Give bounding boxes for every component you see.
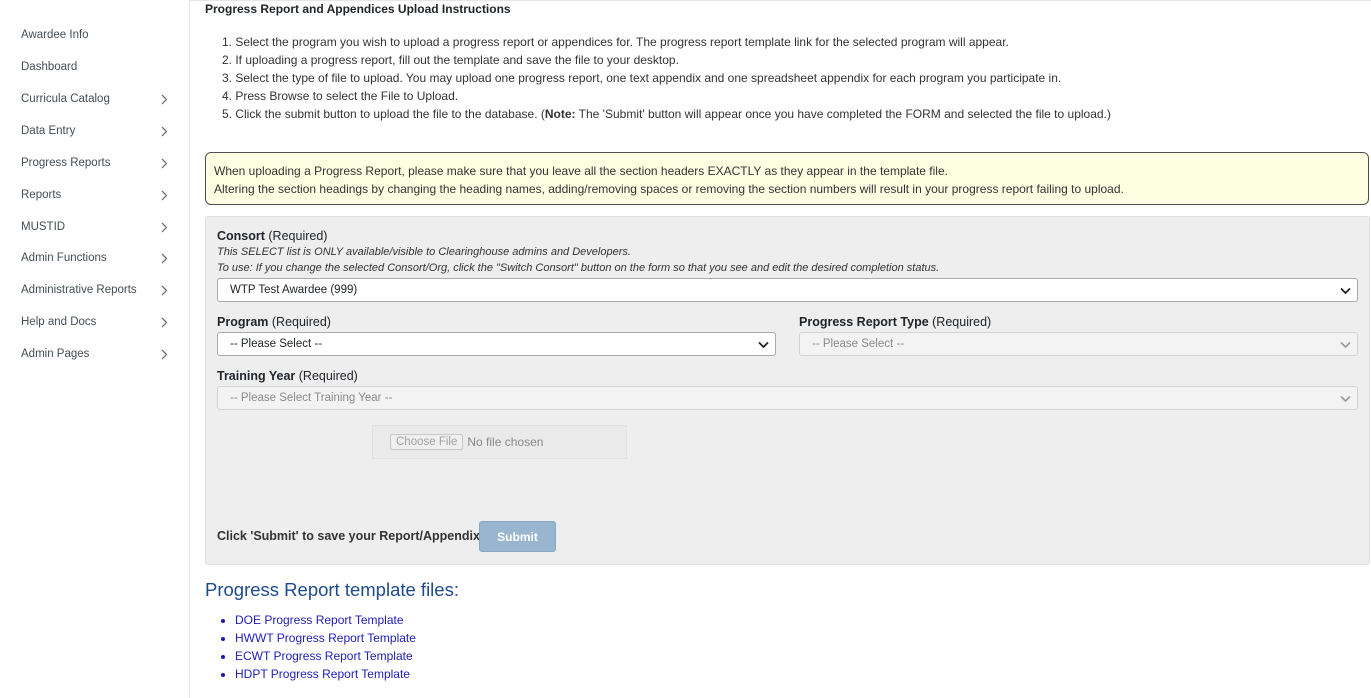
instruction-step: 4. Press Browse to select the File to Up… [222,89,459,103]
chevron-right-icon [159,124,169,138]
report-type-label: Progress Report Type (Required) [799,315,991,329]
note-label: Note: [544,107,576,121]
sidebar-item-awardee-info[interactable]: Awardee Info [0,20,189,50]
submit-button[interactable]: Submit [479,521,556,552]
file-upload-field: Choose File No file chosen [372,425,627,459]
required-tag: (Required) [268,315,331,329]
field-label: Consort [217,229,265,243]
sidebar-item-dashboard[interactable]: Dashboard [0,52,189,82]
chevron-right-icon [159,156,169,170]
sidebar-item-progress-reports[interactable]: Progress Reports [0,148,189,178]
sidebar-item-label: Reports [21,189,62,201]
file-status: No file chosen [467,435,544,449]
consort-select[interactable]: WTP Test Awardee (999) [217,278,1358,302]
sidebar-item-curricula-catalog[interactable]: Curricula Catalog [0,84,189,114]
instruction-step: 5. Click the submit button to upload the… [222,106,1111,124]
select-value: -- Please Select -- [230,338,323,350]
choose-file-button[interactable]: Choose File [390,434,464,450]
chevron-down-icon [1339,393,1351,405]
required-tag: (Required) [264,229,328,243]
field-label: Program [217,315,269,329]
notice-line: Altering the section headings by changin… [214,182,1124,196]
submit-prompt: Click 'Submit' to save your Report/Appen… [217,529,480,543]
chevron-down-icon [1339,285,1351,297]
chevron-right-icon [159,220,169,234]
sidebar-item-label: Administrative Reports [21,284,137,296]
sidebar-item-label: Data Entry [21,125,76,137]
sidebar-item-label: Progress Reports [21,157,111,169]
instruction-step: 2. If uploading a progress report, fill … [222,53,679,67]
list-item: DOE Progress Report Template [235,611,416,629]
training-year-select[interactable]: -- Please Select Training Year -- [217,386,1358,410]
note-text: The 'Submit' button will appear once you… [575,107,1111,121]
consort-usage-note: To use: If you change the selected Conso… [217,262,940,274]
list-item: ECWT Progress Report Template [235,647,416,665]
program-select[interactable]: -- Please Select -- [217,332,776,356]
required-tag: (Required) [928,315,992,329]
list-item: HWWT Progress Report Template [235,629,416,647]
sidebar-item-label: Dashboard [21,61,78,73]
sidebar-item-admin-pages[interactable]: Admin Pages [0,339,189,369]
main-content: Progress Report and Appendices Upload In… [205,0,1371,698]
select-value: WTP Test Awardee (999) [230,284,358,296]
template-link-doe[interactable]: DOE Progress Report Template [235,613,404,627]
training-year-label: Training Year (Required) [217,369,358,383]
sidebar-item-label: Awardee Info [21,29,89,41]
sidebar-item-reports[interactable]: Reports [0,180,189,210]
sidebar-item-label: Help and Docs [21,316,97,328]
chevron-right-icon [159,251,169,265]
sidebar-item-admin-functions[interactable]: Admin Functions [0,243,189,273]
sidebar-item-label: Admin Pages [21,348,90,360]
sidebar: Awardee Info Dashboard Curricula Catalog… [0,0,190,698]
chevron-right-icon [159,347,169,361]
notice-line: When uploading a Progress Report, please… [214,164,948,178]
consort-label: Consort (Required) [217,229,327,243]
field-label: Progress Report Type [799,315,929,329]
template-link-ecwt[interactable]: ECWT Progress Report Template [235,649,413,663]
field-label: Training Year [217,369,296,383]
chevron-down-icon [1339,339,1351,351]
chevron-down-icon [757,339,769,351]
program-label: Program (Required) [217,315,331,329]
chevron-right-icon [159,92,169,106]
sidebar-item-label: MUSTID [21,221,66,233]
template-link-hwwt[interactable]: HWWT Progress Report Template [235,631,416,645]
sidebar-item-label: Curricula Catalog [21,93,110,105]
instruction-step: 3. Select the type of file to upload. Yo… [222,71,1062,85]
select-value: -- Please Select -- [812,338,905,350]
required-tag: (Required) [295,369,358,383]
page-title: Progress Report and Appendices Upload In… [205,2,511,16]
instruction-step: 1. Select the program you wish to upload… [222,35,1009,49]
consort-note: This SELECT list is ONLY available/visib… [217,246,631,258]
select-value: -- Please Select Training Year -- [230,392,393,404]
sidebar-item-label: Admin Functions [21,252,107,264]
template-list: DOE Progress Report Template HWWT Progre… [219,611,416,683]
upload-form: Consort (Required) This SELECT list is O… [205,216,1370,565]
chevron-right-icon [159,188,169,202]
list-item: HDPT Progress Report Template [235,665,416,683]
report-type-select[interactable]: -- Please Select -- [799,332,1358,356]
sidebar-item-help-and-docs[interactable]: Help and Docs [0,307,189,337]
instruction-step-text: 5. Click the submit button to upload the… [222,107,545,121]
templates-title: Progress Report template files: [205,579,459,600]
sidebar-item-data-entry[interactable]: Data Entry [0,116,189,146]
instruction-list: 1. Select the program you wish to upload… [222,34,1111,124]
sidebar-item-mustid[interactable]: MUSTID [0,212,189,242]
chevron-right-icon [159,283,169,297]
template-link-hdpt[interactable]: HDPT Progress Report Template [235,667,410,681]
sidebar-item-administrative-reports[interactable]: Administrative Reports [0,275,189,305]
warning-notice: When uploading a Progress Report, please… [205,152,1369,205]
chevron-right-icon [159,315,169,329]
